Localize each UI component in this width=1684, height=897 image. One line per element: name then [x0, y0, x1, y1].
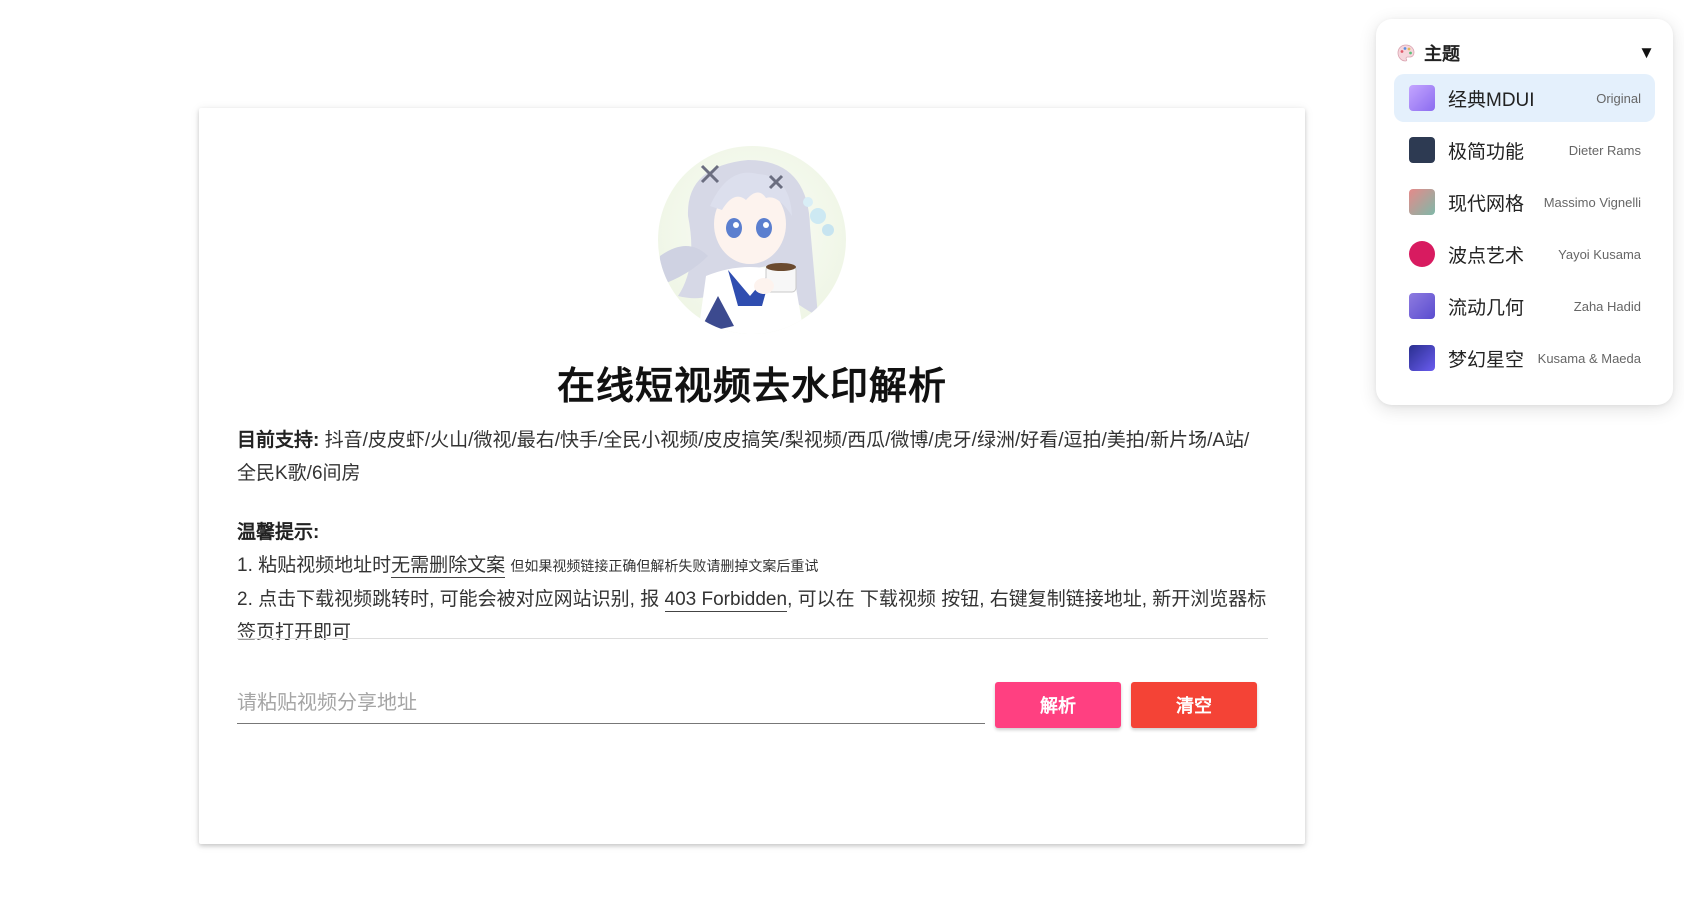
- video-url-input[interactable]: [237, 684, 985, 724]
- support-label: 目前支持:: [237, 430, 320, 451]
- main-card: 在线短视频去水印解析 目前支持: 抖音/皮皮虾/火山/微视/最右/快手/全民小视…: [199, 108, 1305, 844]
- theme-item[interactable]: 现代网格 Massimo Vignelli: [1394, 178, 1655, 226]
- page-title: 在线短视频去水印解析: [556, 366, 947, 408]
- tip-2: 2. 点击下载视频跳转时, 可能会被对应网站识别, 报 403 Forbidde…: [237, 583, 1267, 649]
- theme-author: Dieter Rams: [1568, 142, 1641, 158]
- theme-toggle[interactable]: 主题 ▼: [1396, 37, 1655, 69]
- tip2-emphasis: 403 Forbidden: [664, 589, 788, 612]
- caret-down-icon[interactable]: ▼: [1638, 43, 1655, 63]
- theme-item[interactable]: 极简功能 Dieter Rams: [1394, 126, 1655, 174]
- theme-swatch: [1409, 241, 1435, 267]
- parse-button[interactable]: 解析: [995, 682, 1121, 728]
- theme-swatch: [1409, 137, 1435, 163]
- divider: [237, 638, 1268, 639]
- theme-item[interactable]: 经典MDUI Original: [1394, 74, 1655, 122]
- theme-swatch: [1409, 85, 1435, 111]
- theme-author: Zaha Hadid: [1573, 298, 1641, 314]
- theme-swatch: [1409, 293, 1435, 319]
- tip-1: 1. 粘贴视频地址时无需删除文案 但如果视频链接正确但解析失败请删掉文案后重试: [237, 549, 1267, 583]
- theme-name: 现代网格: [1448, 193, 1525, 215]
- theme-name: 梦幻星空: [1448, 349, 1525, 371]
- theme-label: 主题: [1424, 44, 1460, 64]
- theme-author: Yayoi Kusama: [1558, 246, 1641, 262]
- tips-section: 温馨提示: 1. 粘贴视频地址时无需删除文案 但如果视频链接正确但解析失败请删掉…: [237, 516, 1267, 649]
- supported-platforms: 目前支持: 抖音/皮皮虾/火山/微视/最右/快手/全民小视频/皮皮搞笑/梨视频/…: [237, 424, 1267, 490]
- theme-swatch: [1409, 189, 1435, 215]
- theme-author: Massimo Vignelli: [1543, 194, 1641, 210]
- anime-avatar-image: [658, 146, 846, 334]
- avatar: [658, 146, 846, 334]
- theme-swatch: [1409, 345, 1435, 371]
- clear-button[interactable]: 清空: [1131, 682, 1257, 728]
- theme-name: 经典MDUI: [1448, 89, 1535, 111]
- theme-name: 极简功能: [1448, 141, 1525, 163]
- theme-item[interactable]: 梦幻星空 Kusama & Maeda: [1394, 334, 1655, 382]
- tip2-text: 2. 点击下载视频跳转时, 可能会被对应网站识别, 报: [237, 589, 660, 610]
- theme-item[interactable]: 波点艺术 Yayoi Kusama: [1394, 230, 1655, 278]
- support-list: 抖音/皮皮虾/火山/微视/最右/快手/全民小视频/皮皮搞笑/梨视频/西瓜/微博/…: [237, 430, 1250, 484]
- tip1-text: 1. 粘贴视频地址时: [237, 555, 392, 576]
- theme-list: 经典MDUI Original 极简功能 Dieter Rams 现代网格 Massimo…: [1394, 74, 1655, 386]
- tip1-note: 但如果视频链接正确但解析失败请删掉文案后重试: [510, 558, 819, 574]
- theme-panel: 主题 ▼ 经典MDUI Original 极简功能 Dieter Rams 现代网格 Ma…: [1376, 19, 1673, 405]
- theme-author: Original: [1596, 90, 1641, 106]
- theme-name: 波点艺术: [1448, 245, 1525, 267]
- theme-author: Kusama & Maeda: [1537, 350, 1641, 366]
- theme-item[interactable]: 流动几何 Zaha Hadid: [1394, 282, 1655, 330]
- tips-title: 温馨提示:: [237, 522, 320, 543]
- palette-icon: [1396, 43, 1416, 63]
- theme-name: 流动几何: [1448, 297, 1525, 319]
- tip1-emphasis: 无需删除文案: [391, 555, 506, 578]
